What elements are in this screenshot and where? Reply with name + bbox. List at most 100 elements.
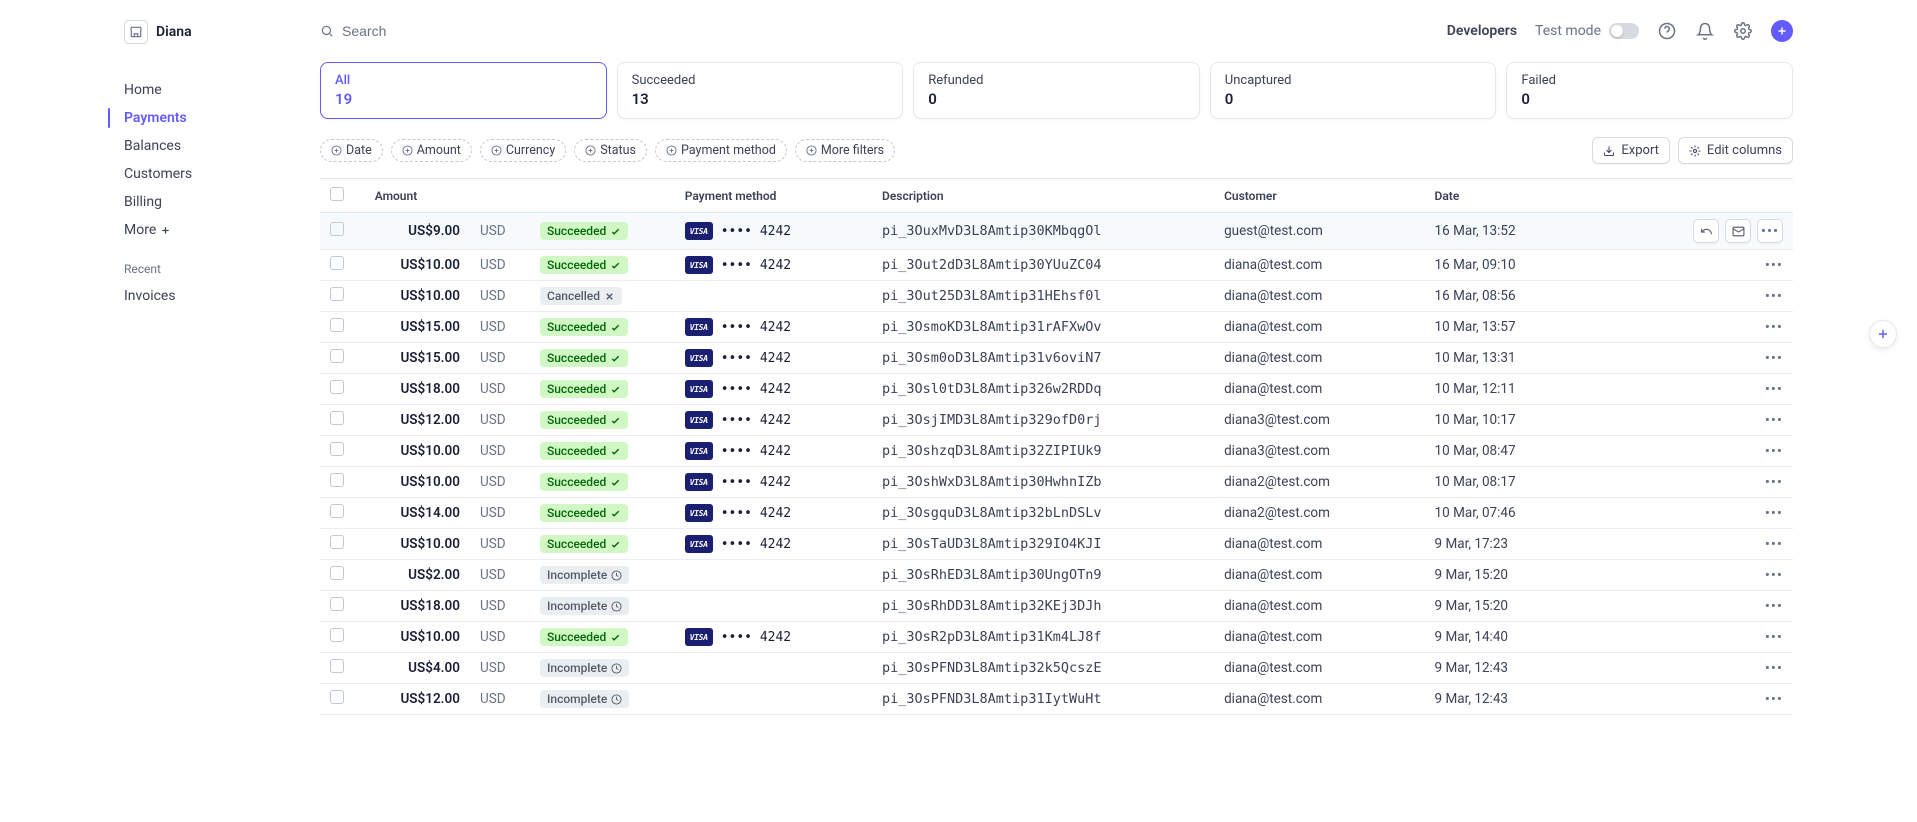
notifications-icon[interactable] (1695, 21, 1715, 41)
stat-card-succeeded[interactable]: Succeeded13 (617, 62, 904, 119)
table-row[interactable]: US$10.00USDSucceededVISA•••• 4242pi_3OsT… (320, 529, 1793, 560)
recent-item-invoices[interactable]: Invoices (0, 282, 288, 310)
description-value: pi_3OsRhDD3L8Amtip32KEj3DJh (872, 591, 1214, 622)
row-checkbox[interactable] (330, 628, 344, 642)
status-label: Succeeded (547, 382, 606, 396)
developers-link[interactable]: Developers (1447, 23, 1517, 39)
row-more-button[interactable]: ••• (1765, 256, 1783, 274)
stat-card-uncaptured[interactable]: Uncaptured0 (1210, 62, 1497, 119)
table-row[interactable]: US$10.00USDSucceededVISA•••• 4242pi_3Osh… (320, 467, 1793, 498)
nav-item-more[interactable]: More (0, 216, 288, 244)
description-value: pi_3Osm0oD3L8Amtip31v6oviN7 (872, 343, 1214, 374)
table-row[interactable]: US$12.00USDIncompletepi_3OsPFND3L8Amtip3… (320, 684, 1793, 715)
stat-card-all[interactable]: All19 (320, 62, 607, 119)
filter-date[interactable]: Date (320, 139, 383, 162)
row-checkbox[interactable] (330, 380, 344, 394)
amount-value: US$12.00 (365, 684, 470, 715)
account-switcher[interactable]: Diana (0, 16, 288, 48)
row-more-button[interactable]: ••• (1765, 473, 1783, 491)
row-checkbox[interactable] (330, 566, 344, 580)
header-amount[interactable]: Amount (365, 179, 675, 213)
table-row[interactable]: US$18.00USDIncompletepi_3OsRhDD3L8Amtip3… (320, 591, 1793, 622)
export-button[interactable]: Export (1592, 137, 1670, 164)
row-more-button[interactable]: ••• (1765, 349, 1783, 367)
header-customer[interactable]: Customer (1214, 179, 1424, 213)
row-more-button[interactable]: ••• (1765, 504, 1783, 522)
search[interactable] (320, 23, 1435, 39)
row-more-button[interactable]: ••• (1765, 690, 1783, 708)
filter-status[interactable]: Status (574, 139, 647, 162)
stat-label: Failed (1521, 73, 1778, 88)
row-checkbox[interactable] (330, 535, 344, 549)
floating-add-button[interactable] (1869, 320, 1897, 348)
row-more-button[interactable]: ••• (1765, 659, 1783, 677)
row-checkbox[interactable] (330, 442, 344, 456)
toggle-switch[interactable] (1609, 23, 1639, 39)
nav-item-payments[interactable]: Payments (0, 104, 288, 132)
row-checkbox[interactable] (330, 349, 344, 363)
nav-item-balances[interactable]: Balances (0, 132, 288, 160)
row-checkbox[interactable] (330, 287, 344, 301)
header-payment-method[interactable]: Payment method (675, 179, 872, 213)
description-value: pi_3OsmoKD3L8Amtip31rAFXwOv (872, 312, 1214, 343)
filter-payment-method[interactable]: Payment method (655, 139, 787, 162)
stat-card-refunded[interactable]: Refunded0 (913, 62, 1200, 119)
row-more-button[interactable]: ••• (1765, 287, 1783, 305)
search-input[interactable] (342, 23, 642, 39)
row-more-button[interactable]: ••• (1765, 597, 1783, 615)
nav-item-customers[interactable]: Customers (0, 160, 288, 188)
table-row[interactable]: US$10.00USDSucceededVISA•••• 4242pi_3OsR… (320, 622, 1793, 653)
select-all-checkbox[interactable] (330, 187, 344, 201)
settings-icon[interactable] (1733, 21, 1753, 41)
row-checkbox[interactable] (330, 659, 344, 673)
edit-columns-button[interactable]: Edit columns (1678, 137, 1793, 164)
check-icon (610, 539, 621, 550)
nav-item-billing[interactable]: Billing (0, 188, 288, 216)
visa-icon: VISA (685, 349, 713, 367)
help-icon[interactable] (1657, 21, 1677, 41)
table-row[interactable]: US$2.00USDIncompletepi_3OsRhED3L8Amtip30… (320, 560, 1793, 591)
row-checkbox[interactable] (330, 318, 344, 332)
header-description[interactable]: Description (872, 179, 1214, 213)
row-more-button[interactable]: ••• (1765, 411, 1783, 429)
table-row[interactable]: US$10.00USDCancelledpi_3Out25D3L8Amtip31… (320, 281, 1793, 312)
filter-currency[interactable]: Currency (480, 139, 566, 162)
row-more-button[interactable]: ••• (1765, 628, 1783, 646)
status-badge: Succeeded (540, 442, 628, 460)
row-checkbox[interactable] (330, 473, 344, 487)
send-receipt-button[interactable] (1725, 219, 1751, 243)
row-checkbox[interactable] (330, 597, 344, 611)
filter-label: Status (600, 143, 636, 158)
row-more-button[interactable]: ••• (1765, 318, 1783, 336)
filter-amount[interactable]: Amount (391, 139, 472, 162)
filter-more-filters[interactable]: More filters (795, 139, 895, 162)
refund-button[interactable] (1693, 219, 1719, 243)
row-checkbox[interactable] (330, 222, 344, 236)
status-badge: Succeeded (540, 473, 628, 491)
table-row[interactable]: US$10.00USDSucceededVISA•••• 4242pi_3Out… (320, 250, 1793, 281)
row-checkbox[interactable] (330, 411, 344, 425)
nav-item-home[interactable]: Home (0, 76, 288, 104)
description-value: pi_3OsRhED3L8Amtip30UngOTn9 (872, 560, 1214, 591)
header-date[interactable]: Date (1425, 179, 1622, 213)
table-row[interactable]: US$12.00USDSucceededVISA•••• 4242pi_3Osj… (320, 405, 1793, 436)
table-row[interactable]: US$4.00USDIncompletepi_3OsPFND3L8Amtip32… (320, 653, 1793, 684)
row-more-button[interactable]: ••• (1765, 535, 1783, 553)
row-more-button[interactable]: ••• (1765, 380, 1783, 398)
stat-card-failed[interactable]: Failed0 (1506, 62, 1793, 119)
table-row[interactable]: US$9.00USDSucceededVISA•••• 4242pi_3OuxM… (320, 213, 1793, 250)
row-checkbox[interactable] (330, 504, 344, 518)
row-more-button[interactable]: ••• (1757, 219, 1783, 243)
table-row[interactable]: US$15.00USDSucceededVISA•••• 4242pi_3Osm… (320, 312, 1793, 343)
amount-value: US$10.00 (365, 250, 470, 281)
row-more-button[interactable]: ••• (1765, 442, 1783, 460)
row-checkbox[interactable] (330, 690, 344, 704)
create-button[interactable] (1771, 20, 1793, 42)
table-row[interactable]: US$18.00USDSucceededVISA•••• 4242pi_3Osl… (320, 374, 1793, 405)
table-row[interactable]: US$14.00USDSucceededVISA•••• 4242pi_3Osg… (320, 498, 1793, 529)
table-row[interactable]: US$15.00USDSucceededVISA•••• 4242pi_3Osm… (320, 343, 1793, 374)
row-more-button[interactable]: ••• (1765, 566, 1783, 584)
row-checkbox[interactable] (330, 256, 344, 270)
test-mode-toggle[interactable]: Test mode (1535, 23, 1639, 39)
table-row[interactable]: US$10.00USDSucceededVISA•••• 4242pi_3Osh… (320, 436, 1793, 467)
